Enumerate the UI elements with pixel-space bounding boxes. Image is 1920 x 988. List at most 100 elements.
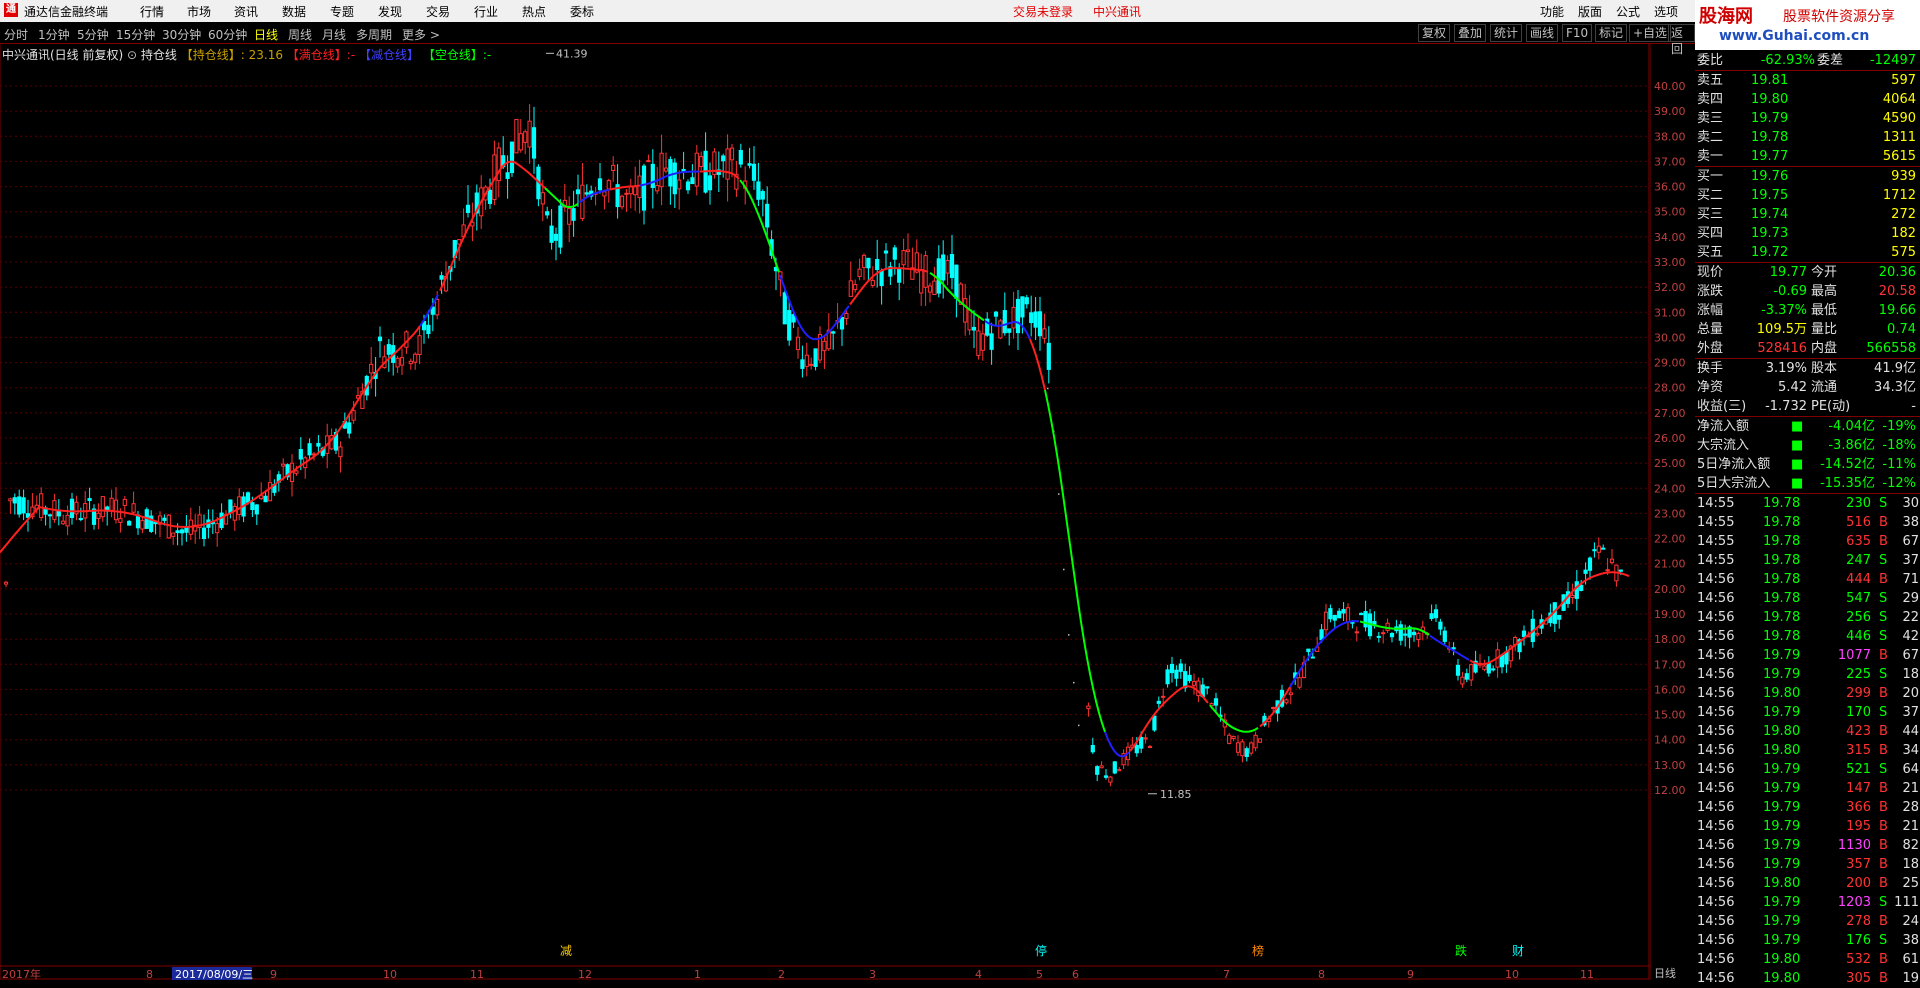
menu-zixun[interactable]: 资讯 <box>234 3 258 20</box>
candle-body <box>1306 648 1311 653</box>
tool-huaxian[interactable]: 画线 <box>1526 24 1559 42</box>
tick-count: 21 <box>1902 781 1919 796</box>
candle-body <box>971 326 977 331</box>
tool-biaoji[interactable]: 标记 <box>1595 24 1628 42</box>
menu-xuanxiang[interactable]: 选项 <box>1654 3 1678 20</box>
tick-side: B <box>1879 534 1888 549</box>
tick-price: 19.79 <box>1763 667 1801 682</box>
tick-time: 14:56 <box>1697 857 1735 872</box>
menu-shuju[interactable]: 数据 <box>282 3 306 20</box>
menu-gongshi[interactable]: 公式 <box>1616 3 1640 20</box>
event-marker[interactable]: 榜 <box>1252 943 1264 958</box>
tick-row: 14:56 19.79 521 S 64 <box>1695 761 1920 779</box>
bid-price: 19.75 <box>1751 188 1789 203</box>
candle-body <box>976 330 981 356</box>
tick-price: 19.79 <box>1763 914 1801 929</box>
bid-label: 买四 <box>1697 226 1724 241</box>
menu-zhuanti[interactable]: 专题 <box>330 3 354 20</box>
candle-body <box>1442 630 1447 642</box>
tool-f10[interactable]: F10 <box>1562 24 1593 42</box>
event-marker[interactable]: 跌 <box>1455 943 1467 958</box>
period-daily[interactable]: 日线 <box>254 26 278 43</box>
period-weekly[interactable]: 周线 <box>288 26 312 43</box>
menu-redian[interactable]: 热点 <box>522 3 546 20</box>
event-marker[interactable]: 减 <box>560 944 572 958</box>
event-marker[interactable]: 财 <box>1512 944 1524 958</box>
candle-body <box>879 270 884 287</box>
candle-body <box>1310 656 1315 659</box>
menu-weibiao[interactable]: 委标 <box>570 3 594 20</box>
tick-count: 82 <box>1902 838 1919 853</box>
x-tick-label: 9 <box>270 968 277 980</box>
tick-price: 19.78 <box>1763 553 1801 568</box>
tick-time: 14:55 <box>1697 515 1735 530</box>
ask-price: 19.79 <box>1751 111 1789 126</box>
tick-row: 14:55 19.78 516 B 38 <box>1695 514 1920 532</box>
menu-faxian[interactable]: 发现 <box>378 3 402 20</box>
flow-pct: -18% <box>1882 438 1916 453</box>
tick-time: 14:56 <box>1697 933 1735 948</box>
period-multi[interactable]: 多周期 <box>356 26 392 43</box>
period-5min[interactable]: 5分钟 <box>77 26 109 43</box>
tool-add-watch[interactable]: +自选 <box>1629 24 1672 42</box>
x-tick-label: 2 <box>778 968 785 980</box>
event-marker[interactable]: 停 <box>1035 943 1047 958</box>
tick-price: 19.78 <box>1763 515 1801 530</box>
period-more[interactable]: 更多 > <box>402 26 440 43</box>
menu-banmian[interactable]: 版面 <box>1578 3 1602 20</box>
y-tick-label: 36.00 <box>1654 181 1686 194</box>
candle-body <box>1240 741 1245 757</box>
chart-frame <box>0 43 1650 980</box>
ask-price: 19.80 <box>1751 92 1789 107</box>
indicator-line-line_hold <box>1029 338 1046 391</box>
value: -62.93% <box>1760 53 1815 68</box>
y-tick-label: 31.00 <box>1654 306 1686 319</box>
tick-price: 19.80 <box>1763 952 1801 967</box>
tool-back[interactable]: 返回 <box>1668 24 1695 56</box>
menu-shichang[interactable]: 市场 <box>187 3 211 20</box>
menu-jiaoyi[interactable]: 交易 <box>426 3 450 20</box>
tool-tongji[interactable]: 统计 <box>1490 24 1523 42</box>
menu-hangye[interactable]: 行业 <box>474 3 498 20</box>
period-15min[interactable]: 15分钟 <box>116 26 155 43</box>
tick-side: S <box>1879 591 1888 606</box>
candle-body <box>1618 569 1623 572</box>
candle-body <box>677 179 682 190</box>
tick-price: 19.78 <box>1763 610 1801 625</box>
tick-row: 14:56 19.79 1203 S 111 <box>1695 894 1920 912</box>
menu-gongneng[interactable]: 功能 <box>1540 3 1564 20</box>
period-monthly[interactable]: 月线 <box>322 26 346 43</box>
period-fenshi[interactable]: 分时 <box>4 26 28 43</box>
tick-count: 111 <box>1894 895 1919 910</box>
ask-volume: 597 <box>1891 73 1916 88</box>
tick-price: 19.78 <box>1763 534 1801 549</box>
stock-link[interactable]: 中兴通讯 <box>1093 3 1141 20</box>
period-30min[interactable]: 30分钟 <box>162 26 201 43</box>
candle-body <box>602 191 607 197</box>
ask-volume: 1311 <box>1882 130 1916 145</box>
candle-body <box>1574 581 1579 599</box>
candle-body <box>39 493 44 519</box>
candle-body <box>12 497 17 504</box>
tick-time: 14:56 <box>1697 895 1735 910</box>
kline-chart[interactable]: 2017年 8 2017/08/09/三 9 10 11 12 1 2 3 4 5 6 7 8 9 10 1141… <box>0 43 1650 980</box>
tick-row: 14:56 19.79 195 B 21 <box>1695 818 1920 836</box>
tool-fuquan[interactable]: 复权 <box>1418 24 1451 42</box>
candle-body <box>655 184 660 192</box>
candle-body <box>1416 632 1421 640</box>
period-60min[interactable]: 60分钟 <box>208 26 247 43</box>
candle-body <box>1332 614 1337 621</box>
period-1min[interactable]: 1分钟 <box>38 26 70 43</box>
tick-count: 28 <box>1902 800 1919 815</box>
tick-side: S <box>1879 762 1888 777</box>
bid-row: 买三 19.74 272 <box>1695 206 1920 224</box>
bid-row: 买一 19.76 939 <box>1695 168 1920 186</box>
menu-hangqing[interactable]: 行情 <box>140 3 164 20</box>
tick-time: 14:56 <box>1697 762 1735 777</box>
trade-login-status[interactable]: 交易未登录 <box>1013 3 1073 20</box>
bid-volume: 939 <box>1891 169 1916 184</box>
tool-diejia[interactable]: 叠加 <box>1454 24 1487 42</box>
candle-body <box>584 192 589 195</box>
stat-value: 20.58 <box>1878 284 1916 299</box>
suspend-dot <box>1073 681 1075 684</box>
